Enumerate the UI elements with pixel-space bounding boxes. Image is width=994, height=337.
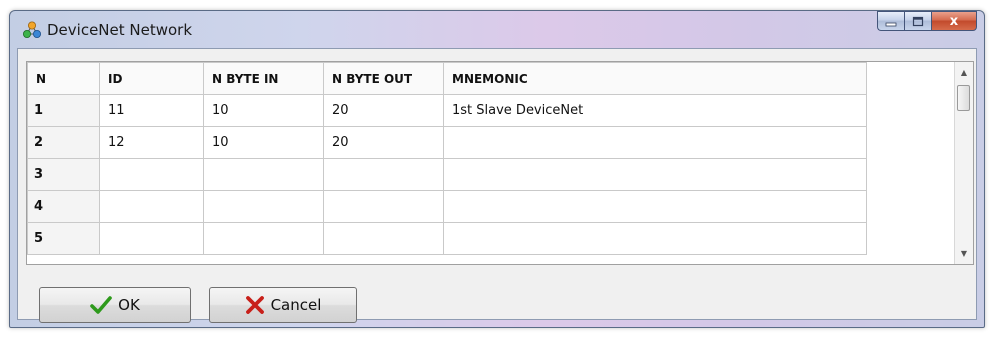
minimize-icon — [885, 12, 897, 31]
minimize-button[interactable] — [877, 11, 904, 31]
row-number[interactable]: 4 — [27, 190, 100, 223]
id-cell[interactable]: 12 — [99, 126, 204, 159]
table-row: 2 12 10 20 — [27, 126, 867, 159]
column-header-n[interactable]: N — [27, 62, 100, 95]
devicenet-network-window: DeviceNet Network x N ID N BYTE IN N BYT… — [9, 10, 985, 328]
cancel-button[interactable]: Cancel — [209, 287, 357, 323]
x-icon — [245, 296, 265, 314]
table-row: 3 — [27, 158, 867, 191]
row-number[interactable]: 3 — [27, 158, 100, 191]
id-cell[interactable] — [99, 158, 204, 191]
byte-out-cell[interactable] — [323, 190, 444, 223]
mnemonic-cell[interactable] — [443, 126, 867, 159]
window-title: DeviceNet Network — [47, 21, 193, 39]
byte-out-cell[interactable] — [323, 222, 444, 255]
table-row: 1 11 10 20 1st Slave DeviceNet — [27, 94, 867, 127]
mnemonic-cell[interactable] — [443, 190, 867, 223]
column-header-byte-out[interactable]: N BYTE OUT — [323, 62, 444, 95]
id-cell[interactable] — [99, 222, 204, 255]
maximize-icon — [912, 12, 924, 31]
row-number[interactable]: 2 — [27, 126, 100, 159]
mnemonic-cell[interactable]: 1st Slave DeviceNet — [443, 94, 867, 127]
byte-in-cell[interactable]: 10 — [203, 94, 324, 127]
network-nodes-icon — [23, 21, 41, 39]
column-header-byte-in[interactable]: N BYTE IN — [203, 62, 324, 95]
byte-in-cell[interactable] — [203, 190, 324, 223]
byte-in-cell[interactable] — [203, 158, 324, 191]
vertical-scrollbar[interactable]: ▲ ▼ — [954, 62, 973, 264]
dialog-body: N ID N BYTE IN N BYTE OUT MNEMONIC 1 11 … — [17, 48, 977, 323]
mnemonic-cell[interactable] — [443, 222, 867, 255]
table-row: 5 — [27, 222, 867, 255]
byte-out-cell[interactable] — [323, 158, 444, 191]
byte-out-cell[interactable]: 20 — [323, 94, 444, 127]
node-table: N ID N BYTE IN N BYTE OUT MNEMONIC 1 11 … — [27, 62, 867, 255]
scrollbar-thumb[interactable] — [957, 85, 970, 111]
title-bar[interactable]: DeviceNet Network x — [10, 11, 984, 47]
close-button[interactable]: x — [931, 11, 977, 31]
mnemonic-cell[interactable] — [443, 158, 867, 191]
row-number[interactable]: 5 — [27, 222, 100, 255]
ok-label: OK — [118, 296, 140, 314]
scroll-up-arrow-icon[interactable]: ▲ — [955, 64, 973, 81]
ok-button[interactable]: OK — [39, 287, 191, 323]
byte-in-cell[interactable] — [203, 222, 324, 255]
window-controls: x — [877, 11, 977, 33]
header-row: N ID N BYTE IN N BYTE OUT MNEMONIC — [27, 62, 867, 95]
table-row: 4 — [27, 190, 867, 223]
column-header-mnemonic[interactable]: MNEMONIC — [443, 62, 867, 95]
id-cell[interactable] — [99, 190, 204, 223]
checkmark-icon — [90, 296, 112, 314]
id-cell[interactable]: 11 — [99, 94, 204, 127]
column-header-id[interactable]: ID — [99, 62, 204, 95]
row-number[interactable]: 1 — [27, 94, 100, 127]
byte-out-cell[interactable]: 20 — [323, 126, 444, 159]
maximize-button[interactable] — [904, 11, 931, 31]
network-grid[interactable]: N ID N BYTE IN N BYTE OUT MNEMONIC 1 11 … — [26, 61, 974, 265]
byte-in-cell[interactable]: 10 — [203, 126, 324, 159]
close-icon: x — [949, 13, 959, 29]
scroll-down-arrow-icon[interactable]: ▼ — [955, 245, 973, 262]
cancel-label: Cancel — [270, 296, 322, 314]
